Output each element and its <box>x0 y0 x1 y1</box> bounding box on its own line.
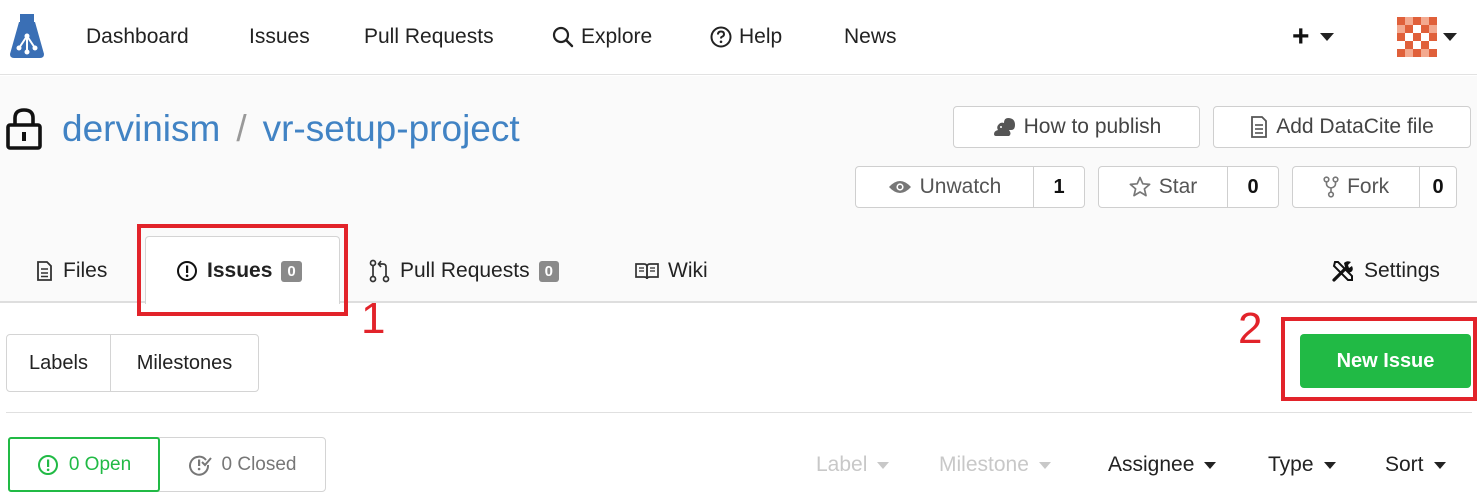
tab-files[interactable]: Files <box>36 240 107 302</box>
repo-owner-link[interactable]: dervinism <box>62 108 220 150</box>
repo-name-link[interactable]: vr-setup-project <box>263 108 520 150</box>
question-circle-icon <box>710 26 732 48</box>
chevron-down-icon <box>1433 461 1446 469</box>
star-button[interactable]: Star <box>1099 167 1228 207</box>
star-label: Star <box>1158 175 1198 198</box>
issue-opened-icon <box>37 454 58 475</box>
nav-explore-label: Explore <box>581 25 653 48</box>
assignee-filter-label: Assignee <box>1108 453 1195 476</box>
fork-label: Fork <box>1347 175 1390 198</box>
add-datacite-button[interactable]: Add DataCite file <box>1213 106 1471 148</box>
nav-help-label: Help <box>739 25 783 48</box>
closed-issues-tab[interactable]: 0 Closed <box>159 438 325 491</box>
nav-dashboard-label: Dashboard <box>86 25 189 48</box>
tab-wiki-label: Wiki <box>668 259 708 282</box>
lock-icon <box>6 108 42 150</box>
tab-wiki[interactable]: Wiki <box>635 240 708 302</box>
search-icon <box>552 26 574 48</box>
chevron-down-icon <box>1323 461 1336 469</box>
how-to-publish-label: How to publish <box>1023 115 1162 138</box>
repo-title-separator: / <box>236 108 247 149</box>
new-issue-button[interactable]: New Issue <box>1300 334 1471 388</box>
watch-button-group: Unwatch 1 <box>855 166 1085 208</box>
milestone-filter-dropdown[interactable]: Milestone <box>939 453 1051 477</box>
how-to-publish-button[interactable]: How to publish <box>953 106 1200 148</box>
top-navbar: Dashboard Issues Pull Requests Explore H… <box>0 0 1477 75</box>
tab-settings[interactable]: Settings <box>1331 240 1440 302</box>
label-filter-dropdown[interactable]: Label <box>816 453 890 477</box>
nav-pull-requests-label: Pull Requests <box>364 25 494 48</box>
nav-issues[interactable]: Issues <box>249 22 310 52</box>
fork-icon <box>1323 176 1339 198</box>
file-text-icon <box>1251 116 1268 138</box>
add-datacite-label: Add DataCite file <box>1276 115 1434 138</box>
sort-dropdown[interactable]: Sort <box>1385 453 1446 477</box>
star-button-group: Star 0 <box>1098 166 1279 208</box>
eye-icon <box>888 181 911 193</box>
fork-button[interactable]: Fork <box>1293 167 1421 207</box>
stars-count[interactable]: 0 <box>1228 167 1278 207</box>
git-pull-request-icon <box>369 259 390 283</box>
create-new-dropdown[interactable]: + <box>1292 20 1334 54</box>
type-filter-dropdown[interactable]: Type <box>1268 453 1336 477</box>
nav-help[interactable]: Help <box>710 22 782 52</box>
chevron-down-icon <box>1038 461 1051 469</box>
unwatch-button[interactable]: Unwatch <box>856 167 1034 207</box>
annotation-number-1: 1 <box>361 294 386 343</box>
pull-requests-count-badge: 0 <box>538 260 559 282</box>
label-filter-label: Label <box>816 453 868 476</box>
sort-label: Sort <box>1385 453 1424 476</box>
open-issues-tab[interactable]: 0 Open <box>8 437 160 492</box>
nav-news[interactable]: News <box>844 22 897 52</box>
milestone-filter-label: Milestone <box>939 453 1029 476</box>
nav-pull-requests[interactable]: Pull Requests <box>364 22 494 52</box>
chevron-down-icon <box>1319 33 1334 41</box>
nav-dashboard[interactable]: Dashboard <box>86 22 189 52</box>
tab-pull-requests[interactable]: Pull Requests 0 <box>369 240 559 302</box>
squirrel-icon <box>993 118 1015 136</box>
closed-issues-label: 0 Closed <box>221 453 297 475</box>
section-divider <box>6 412 1472 413</box>
watchers-count[interactable]: 1 <box>1034 167 1084 207</box>
avatar <box>1397 17 1437 57</box>
forks-count[interactable]: 0 <box>1420 167 1456 207</box>
issue-state-switcher: 0 Open 0 Closed <box>8 437 326 492</box>
plus-icon: + <box>1292 20 1310 53</box>
tools-icon <box>1332 261 1353 282</box>
annotation-box-issues-tab <box>137 224 348 316</box>
issue-closed-icon <box>188 455 212 476</box>
assignee-filter-dropdown[interactable]: Assignee <box>1108 453 1217 477</box>
user-menu-dropdown[interactable] <box>1397 17 1457 57</box>
file-text-icon <box>37 261 52 281</box>
fork-button-group: Fork 0 <box>1292 166 1457 208</box>
book-icon <box>635 263 659 280</box>
tab-pull-requests-label: Pull Requests <box>400 259 530 282</box>
star-icon <box>1129 176 1151 197</box>
chevron-down-icon <box>877 461 890 469</box>
tab-settings-label: Settings <box>1364 259 1440 282</box>
labels-milestones-group: Labels Milestones <box>6 334 259 392</box>
type-filter-label: Type <box>1268 453 1314 476</box>
tab-files-label: Files <box>63 259 108 282</box>
unwatch-label: Unwatch <box>919 175 1002 198</box>
chevron-down-icon <box>1443 33 1457 41</box>
nav-news-label: News <box>844 25 897 48</box>
nav-issues-label: Issues <box>249 25 310 48</box>
chevron-down-icon <box>1204 461 1217 469</box>
labels-button[interactable]: Labels <box>7 335 110 391</box>
milestones-button[interactable]: Milestones <box>110 335 258 391</box>
repo-title: dervinism / vr-setup-project <box>62 108 520 150</box>
gitea-logo-icon[interactable] <box>8 14 46 58</box>
nav-explore[interactable]: Explore <box>552 22 652 52</box>
open-issues-label: 0 Open <box>68 453 132 475</box>
annotation-number-2: 2 <box>1238 304 1263 353</box>
